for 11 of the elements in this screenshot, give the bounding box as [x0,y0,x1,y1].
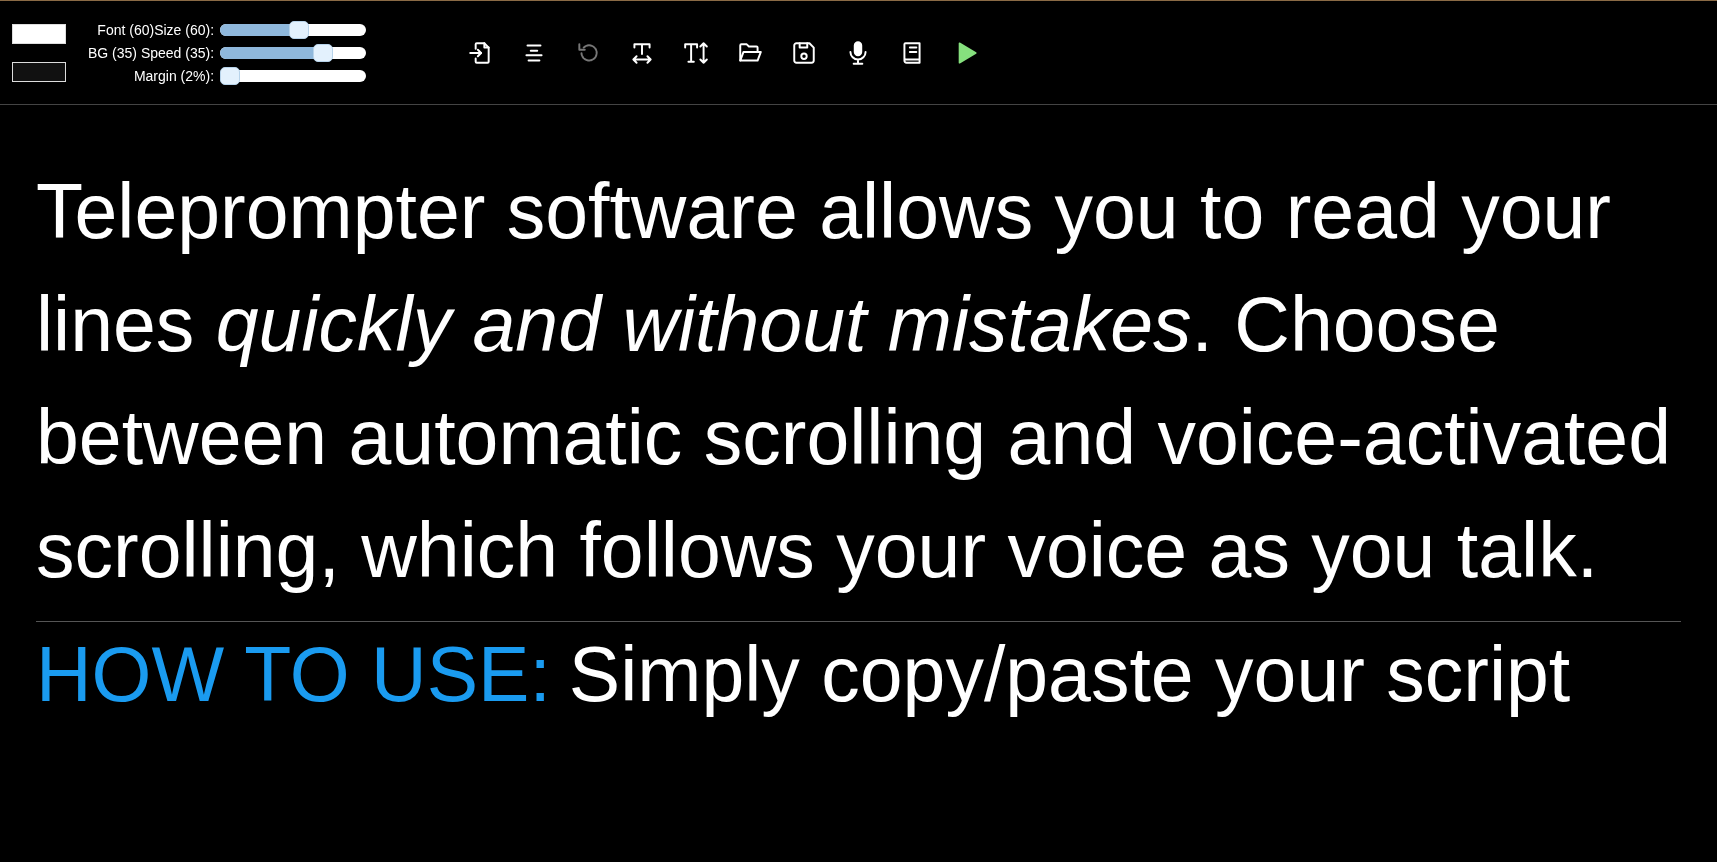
slider-label: BG (35) Speed (35): [88,44,215,61]
slider[interactable] [220,46,367,59]
slider-label: Margin (2%): [133,67,215,84]
color-swatch[interactable] [12,61,66,82]
slider-label: Font (60)Size (60): [97,21,215,38]
script-paragraph: Simply copy/paste your script [568,631,1571,717]
slider[interactable] [220,69,367,82]
script-paragraph: Teleprompter software allows you to read your lines quickly and without mistakes. Choose between automatic scrolling and voice-activated scrolling, which follows your voice as you talk. [36,167,1672,595]
color-swatch[interactable] [12,23,66,44]
how-to-use-heading: HOW TO USE: [36,631,551,717]
slider[interactable] [220,23,367,36]
